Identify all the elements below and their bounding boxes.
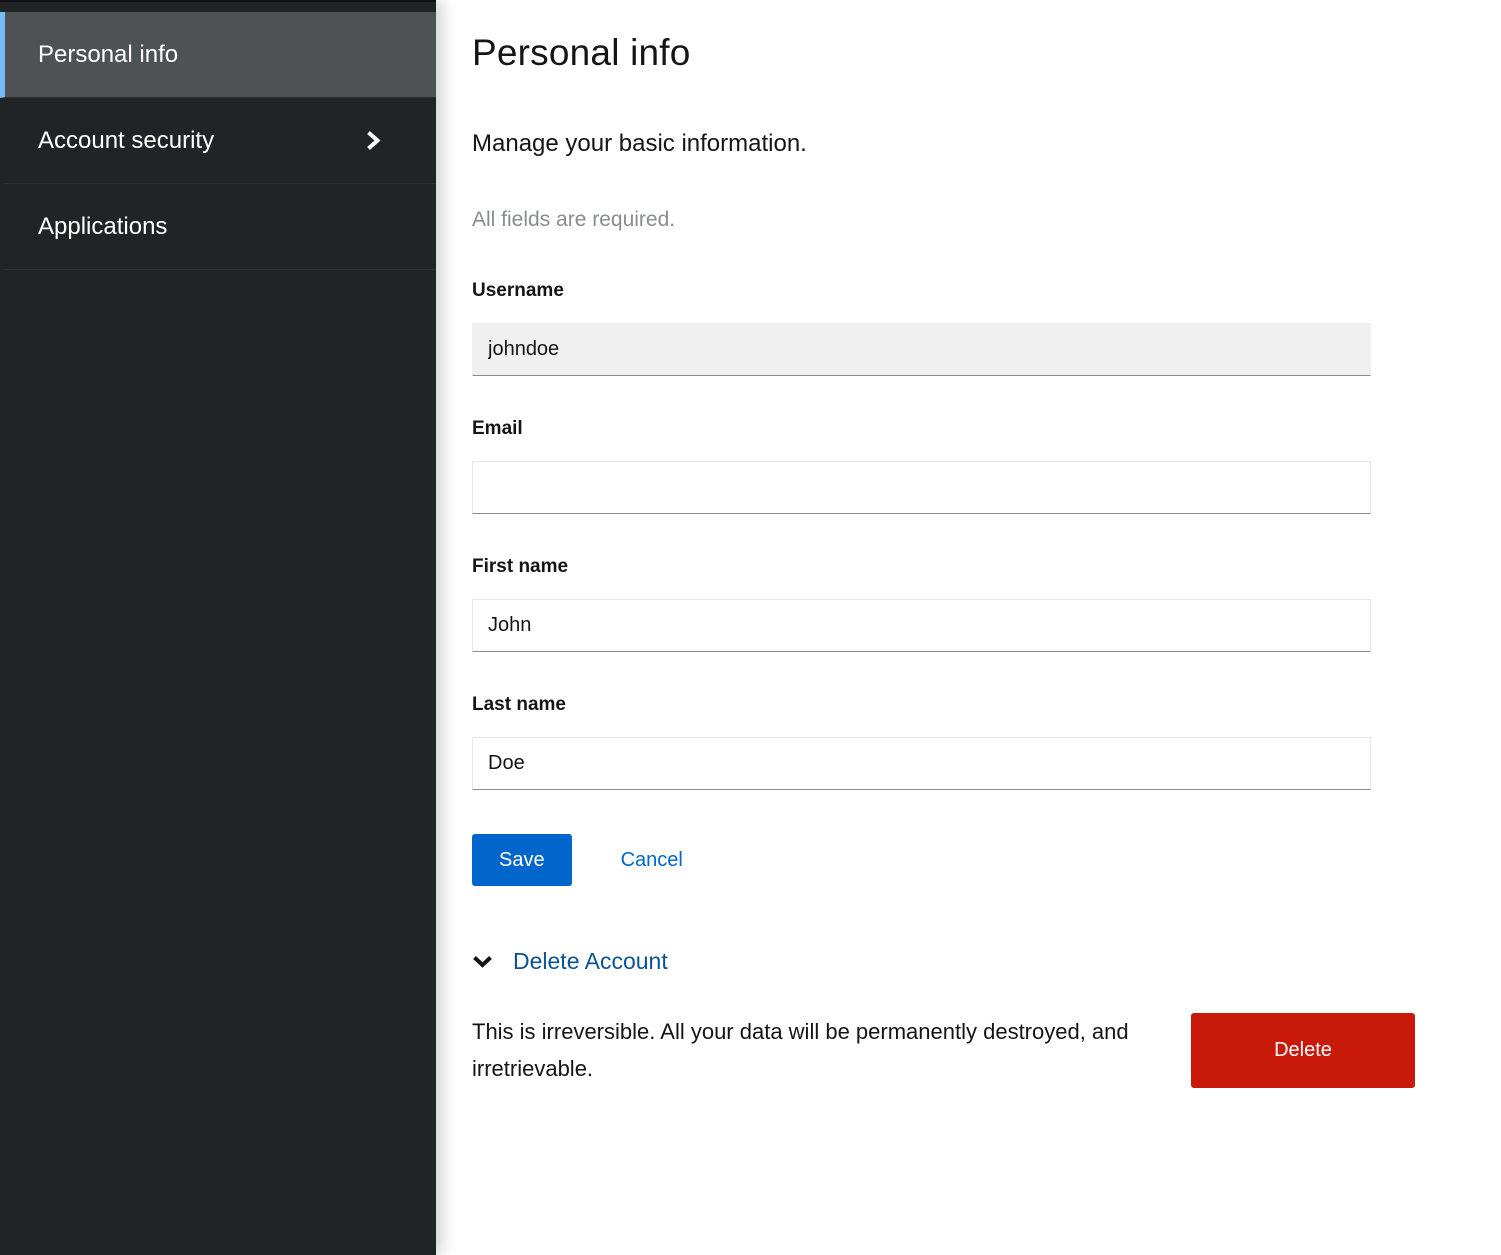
last-name-group: Last name [472, 694, 1371, 790]
delete-account-toggle[interactable]: Delete Account [472, 948, 668, 975]
sidebar-nav: Personal info Account security Applicati… [0, 12, 436, 270]
sidebar-item-label: Account security [38, 127, 214, 155]
page-subtitle: Manage your basic information. [472, 130, 1501, 158]
save-button[interactable]: Save [472, 834, 572, 886]
cancel-link[interactable]: Cancel [621, 849, 683, 872]
chevron-right-icon [365, 130, 381, 151]
delete-account-section: This is irreversible. All your data will… [472, 1013, 1415, 1088]
first-name-label: First name [472, 556, 1371, 578]
email-label: Email [472, 418, 1371, 440]
sidebar-item-label: Applications [38, 213, 167, 241]
main-content: Personal info Manage your basic informat… [436, 0, 1501, 1255]
sidebar-item-label: Personal info [38, 41, 178, 69]
email-field[interactable] [472, 461, 1371, 514]
sidebar-item-personal-info[interactable]: Personal info [0, 12, 436, 98]
username-field[interactable] [472, 323, 1371, 376]
personal-info-form: Username Email First name Last name Save… [472, 280, 1371, 886]
form-actions: Save Cancel [472, 834, 1371, 886]
required-fields-note: All fields are required. [472, 208, 1501, 232]
page-title: Personal info [472, 32, 1501, 74]
chevron-down-icon [472, 955, 493, 968]
delete-warning-text: This is irreversible. All your data will… [472, 1013, 1152, 1087]
last-name-label: Last name [472, 694, 1371, 716]
last-name-field[interactable] [472, 737, 1371, 790]
email-group: Email [472, 418, 1371, 514]
sidebar: Personal info Account security Applicati… [0, 0, 436, 1255]
first-name-group: First name [472, 556, 1371, 652]
username-label: Username [472, 280, 1371, 302]
first-name-field[interactable] [472, 599, 1371, 652]
username-group: Username [472, 280, 1371, 376]
sidebar-item-account-security[interactable]: Account security [0, 98, 436, 184]
delete-account-toggle-label: Delete Account [513, 948, 668, 975]
sidebar-item-applications[interactable]: Applications [0, 184, 436, 270]
delete-button[interactable]: Delete [1191, 1013, 1415, 1088]
account-console: Personal info Account security Applicati… [0, 0, 1501, 1255]
